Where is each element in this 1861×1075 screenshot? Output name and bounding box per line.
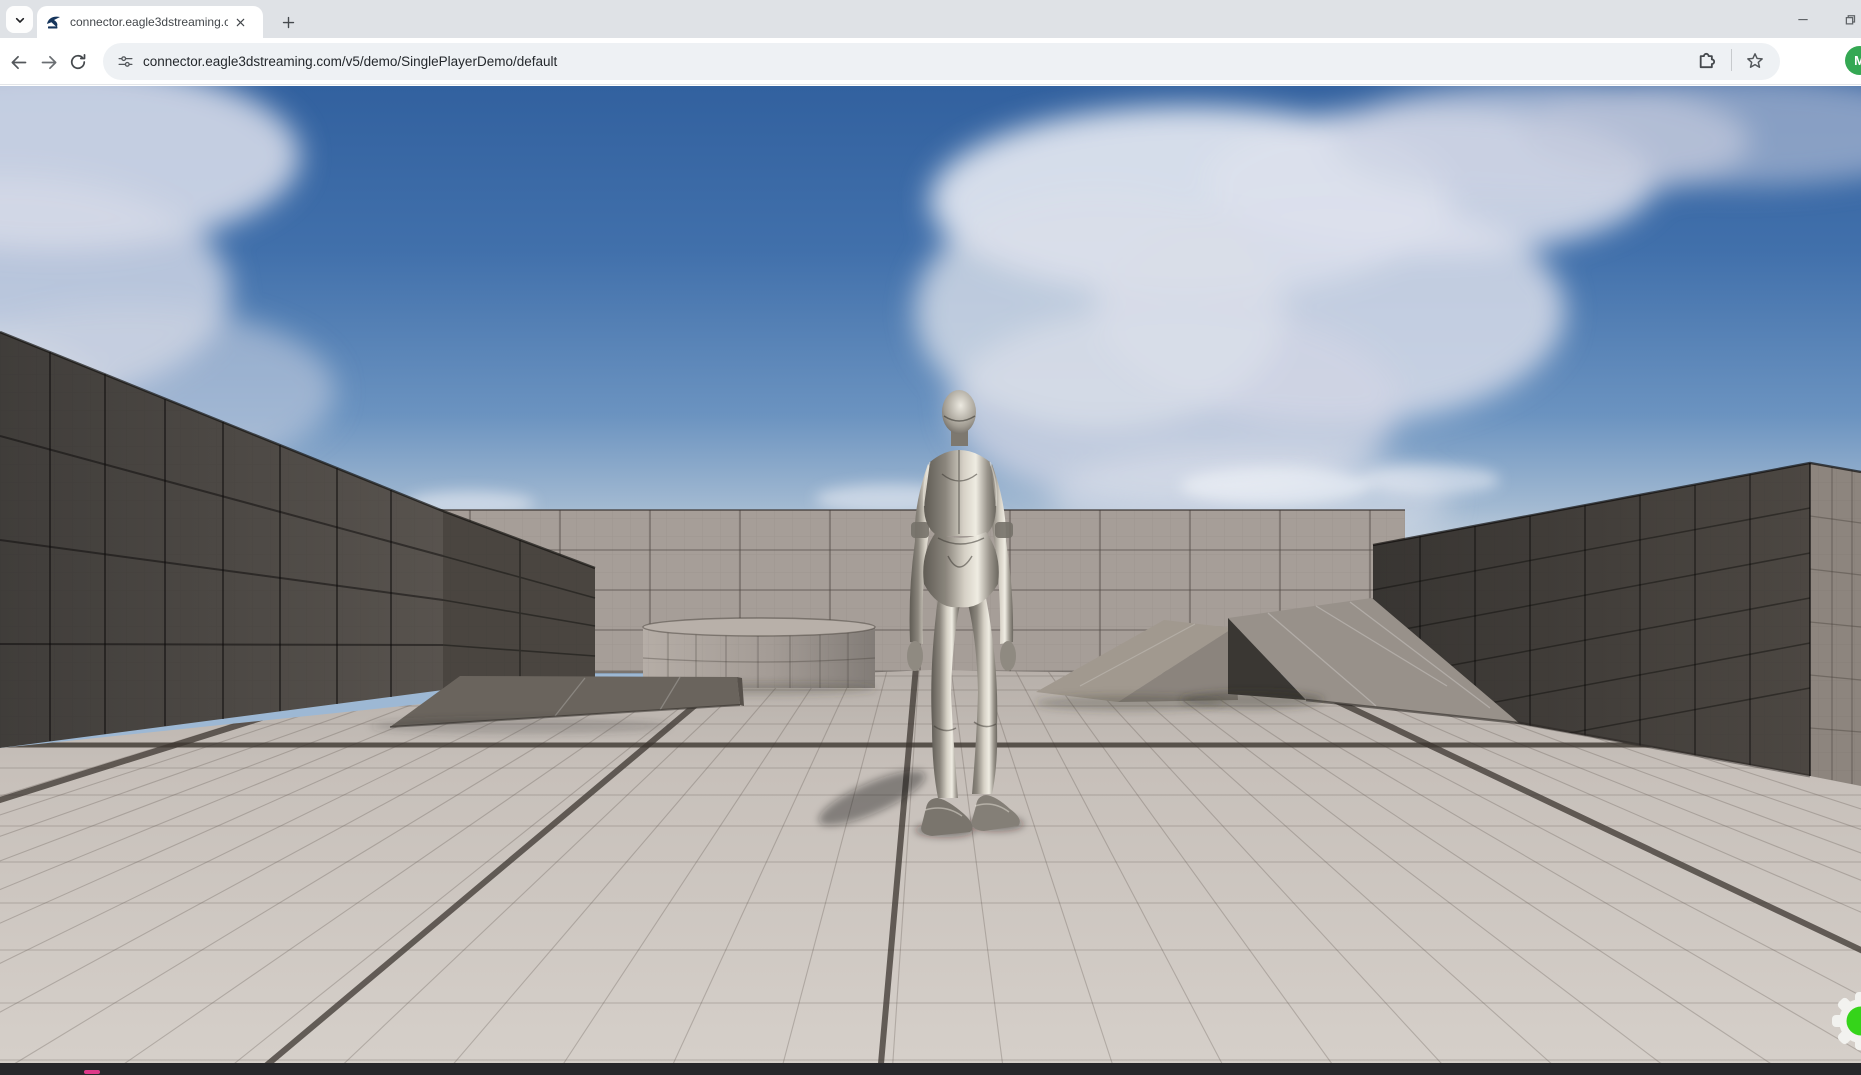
arrow-left-icon bbox=[8, 52, 29, 73]
bookmark-button[interactable] bbox=[1744, 50, 1768, 74]
restore-icon bbox=[1842, 12, 1857, 27]
browser-toolbar: connector.eagle3dstreaming.com/v5/demo/S… bbox=[0, 38, 1861, 85]
scene bbox=[0, 86, 1861, 1075]
loading-indicator-fragment bbox=[84, 1070, 100, 1074]
reload-button[interactable] bbox=[63, 47, 93, 77]
stream-settings-button[interactable] bbox=[1828, 991, 1861, 1051]
back-button[interactable] bbox=[3, 47, 33, 77]
tab-title: connector.eagle3dstreaming.co bbox=[70, 15, 228, 29]
chevron-down-icon bbox=[12, 12, 28, 28]
toolbar-divider bbox=[1731, 49, 1732, 71]
reload-icon bbox=[68, 52, 88, 72]
tab-close-button[interactable] bbox=[232, 14, 249, 31]
browser-window: connector.eagle3dstreaming.co bbox=[0, 0, 1861, 1075]
minimize-icon bbox=[1796, 12, 1810, 26]
puzzle-icon bbox=[1693, 47, 1718, 72]
site-settings-icon bbox=[117, 53, 134, 70]
arrow-right-icon bbox=[39, 52, 60, 73]
new-tab-button[interactable] bbox=[276, 10, 300, 34]
window-minimize-button[interactable] bbox=[1788, 6, 1818, 32]
window-restore-button[interactable] bbox=[1834, 6, 1861, 32]
site-settings-button[interactable] bbox=[114, 51, 136, 73]
tab-search-button[interactable] bbox=[6, 6, 33, 33]
tab-strip: connector.eagle3dstreaming.co bbox=[0, 0, 1861, 38]
url-text: connector.eagle3dstreaming.com/v5/demo/S… bbox=[143, 54, 557, 69]
stream-canvas[interactable] bbox=[0, 86, 1861, 1075]
close-icon bbox=[235, 17, 246, 28]
plus-icon bbox=[281, 15, 296, 30]
gear-icon bbox=[1828, 991, 1861, 1051]
star-icon bbox=[1744, 50, 1766, 72]
stream-letterbox-bar bbox=[0, 1063, 1861, 1075]
tab[interactable]: connector.eagle3dstreaming.co bbox=[37, 6, 263, 38]
address-bar[interactable]: connector.eagle3dstreaming.com/v5/demo/S… bbox=[103, 43, 1780, 80]
eagle-logo-icon bbox=[45, 14, 62, 31]
avatar-letter: M bbox=[1854, 53, 1861, 68]
extensions-button[interactable] bbox=[1693, 47, 1719, 73]
profile-avatar[interactable]: M bbox=[1845, 46, 1861, 75]
forward-button[interactable] bbox=[34, 47, 64, 77]
